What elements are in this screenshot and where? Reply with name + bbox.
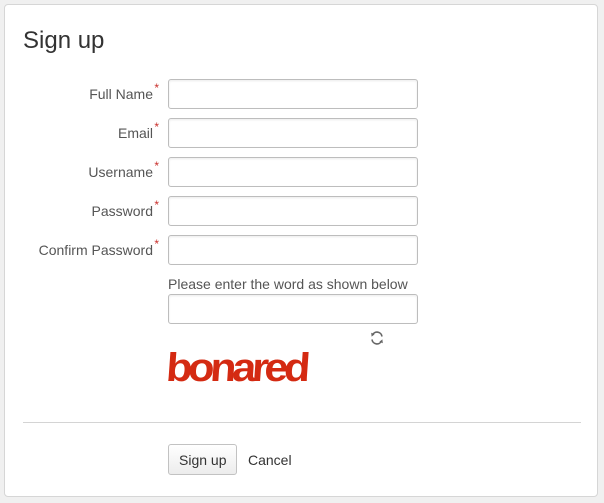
captcha-row — [5, 294, 597, 324]
required-marker: * — [154, 120, 159, 134]
required-marker: * — [154, 237, 159, 251]
confirm-password-row: Confirm Password * — [5, 235, 597, 265]
email-input[interactable] — [168, 118, 418, 148]
username-row: Username * — [5, 157, 597, 187]
full-name-label: Full Name * — [89, 81, 159, 102]
signup-panel: Sign up Full Name * Email * Username * P… — [4, 4, 598, 497]
captcha-image: bonared — [168, 346, 309, 389]
email-label-text: Email — [117, 125, 153, 141]
confirm-password-label-text: Confirm Password — [38, 242, 153, 258]
email-label: Email * — [117, 120, 159, 141]
username-input[interactable] — [168, 157, 418, 187]
email-row: Email * — [5, 118, 597, 148]
required-marker: * — [154, 81, 159, 95]
captcha-prompt: Please enter the word as shown below — [168, 276, 408, 292]
username-label: Username * — [88, 159, 159, 180]
username-label-text: Username — [88, 164, 153, 180]
page-title: Sign up — [23, 27, 105, 54]
password-input[interactable] — [168, 196, 418, 226]
divider — [23, 422, 581, 423]
password-label-text: Password — [91, 203, 153, 219]
confirm-password-label: Confirm Password * — [38, 237, 159, 258]
full-name-label-text: Full Name — [89, 86, 153, 102]
password-label: Password * — [91, 198, 159, 219]
full-name-input[interactable] — [168, 79, 418, 109]
captcha-input[interactable] — [168, 294, 418, 324]
signup-button[interactable]: Sign up — [168, 444, 238, 475]
password-row: Password * — [5, 196, 597, 226]
required-marker: * — [154, 159, 159, 173]
required-marker: * — [154, 198, 159, 212]
full-name-row: Full Name * — [5, 79, 597, 109]
captcha-word: bonared — [168, 346, 309, 389]
confirm-password-input[interactable] — [168, 235, 418, 265]
cancel-link[interactable]: Cancel — [248, 452, 292, 468]
refresh-icon[interactable] — [369, 330, 385, 346]
